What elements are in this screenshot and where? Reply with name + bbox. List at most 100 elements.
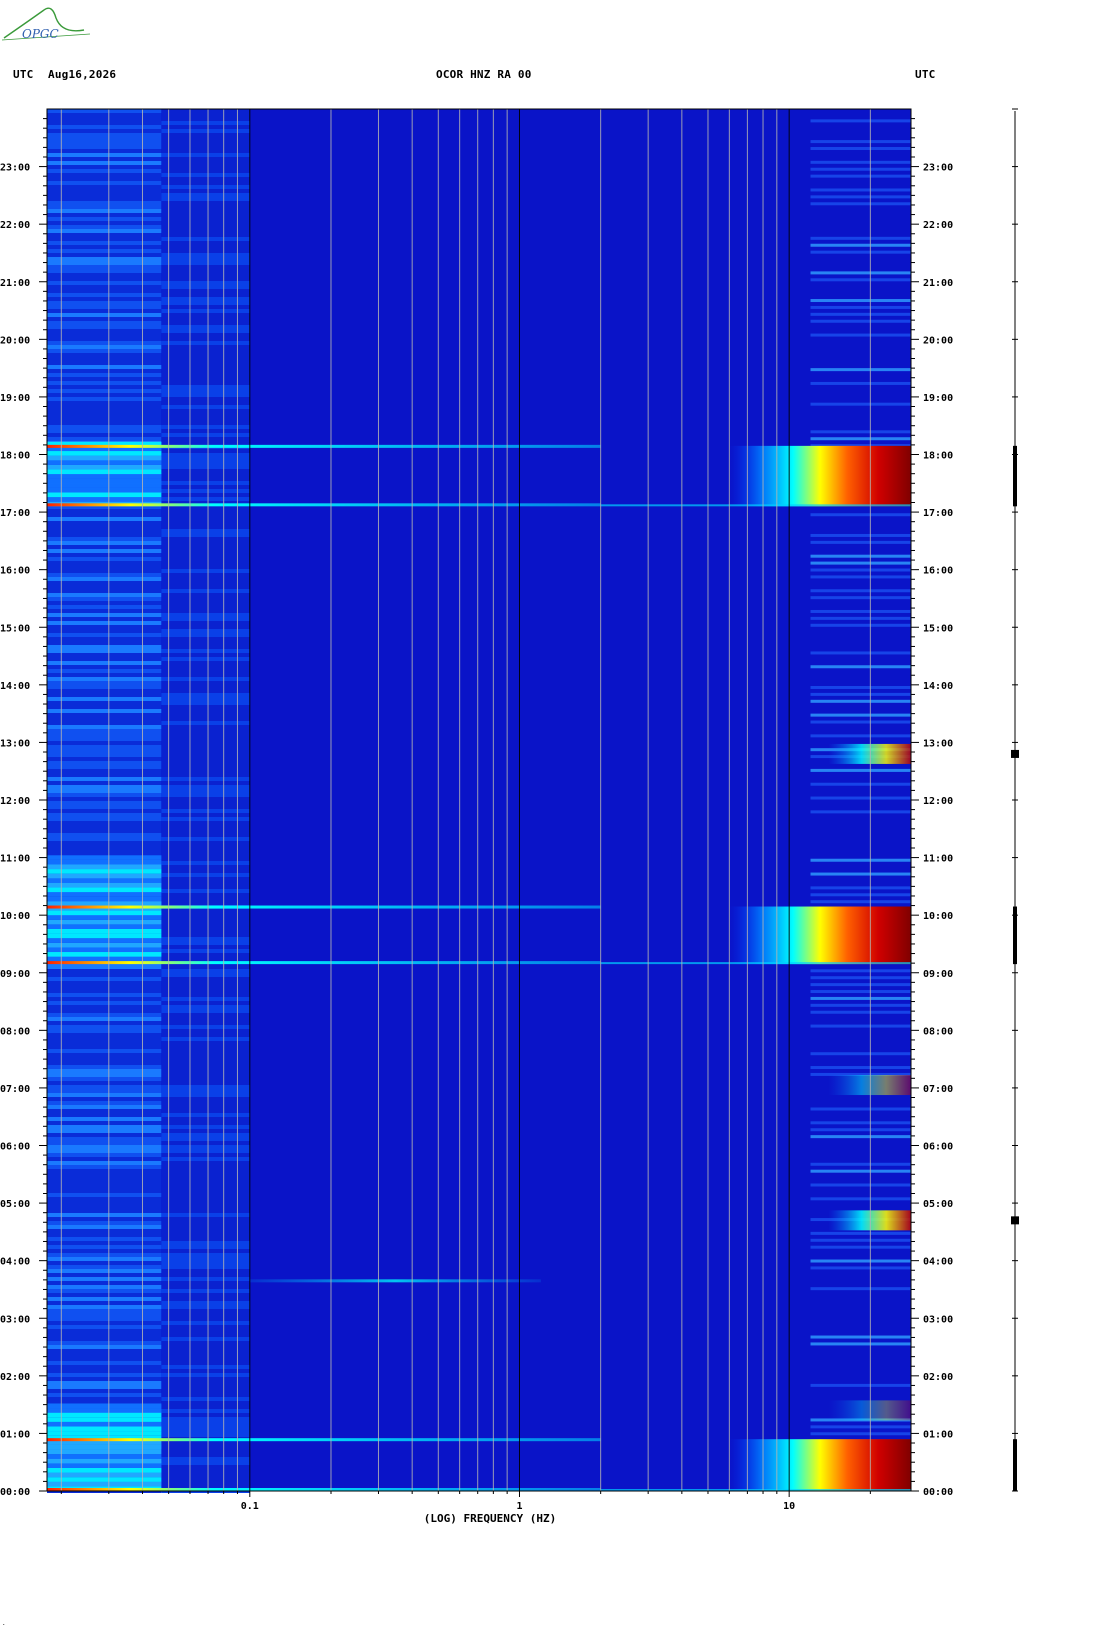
- lowfreq-row: [161, 553, 250, 557]
- lowfreq-row: [47, 1265, 162, 1269]
- hf-noise-row: [810, 333, 911, 337]
- lowfreq-row: [161, 949, 250, 953]
- lowfreq-row: [47, 317, 162, 321]
- lowfreq-row: [161, 1249, 250, 1253]
- lowfreq-row: [161, 649, 250, 653]
- lowfreq-row: [161, 1281, 250, 1285]
- trace-spike: [1011, 1216, 1019, 1225]
- lowfreq-energy-row: [47, 855, 162, 860]
- lowfreq-row: [47, 1161, 162, 1165]
- lowfreq-energy-row: [47, 1408, 162, 1413]
- lowfreq-row: [47, 969, 162, 973]
- lowfreq-row: [47, 177, 162, 181]
- hf-noise-row: [810, 969, 911, 973]
- lowfreq-row: [161, 1017, 250, 1021]
- lowfreq-row: [161, 641, 250, 645]
- lowfreq-row: [47, 1337, 162, 1341]
- lowfreq-row: [161, 1237, 250, 1241]
- lowfreq-row: [47, 541, 162, 545]
- lowfreq-row: [161, 429, 250, 433]
- trace-event: [1013, 906, 1017, 965]
- lowfreq-row: [161, 713, 250, 717]
- lowfreq-row: [47, 1309, 162, 1313]
- lowfreq-row: [161, 933, 250, 937]
- lowfreq-row: [161, 309, 250, 313]
- lowfreq-row: [161, 289, 250, 293]
- lowfreq-row: [161, 1081, 250, 1085]
- lowfreq-row: [47, 1085, 162, 1089]
- lowfreq-row: [161, 1181, 250, 1185]
- lowfreq-row: [161, 1421, 250, 1425]
- lowfreq-row: [161, 381, 250, 385]
- lowfreq-row: [161, 469, 250, 473]
- lowfreq-row: [161, 1217, 250, 1221]
- lowfreq-row: [47, 557, 162, 561]
- hf-noise-row: [810, 174, 911, 178]
- hf-noise-row: [810, 1231, 911, 1235]
- lowfreq-row: [47, 385, 162, 389]
- lowfreq-row: [161, 461, 250, 465]
- lowfreq-row: [161, 1177, 250, 1181]
- lowfreq-row: [47, 573, 162, 577]
- y-tick-label-right: 11:00: [923, 854, 953, 865]
- lowfreq-row: [161, 217, 250, 221]
- lowfreq-row: [161, 1269, 250, 1273]
- lowfreq-row: [47, 413, 162, 417]
- lowfreq-row: [161, 485, 250, 489]
- lowfreq-row: [161, 877, 250, 881]
- lowfreq-row: [161, 249, 250, 253]
- lowfreq-row: [161, 1473, 250, 1477]
- lowfreq-row: [161, 261, 250, 265]
- lowfreq-energy-row: [47, 478, 162, 484]
- lowfreq-row: [47, 1073, 162, 1077]
- lowfreq-row: [161, 1149, 250, 1153]
- lowfreq-row: [47, 229, 162, 233]
- lowfreq-row: [161, 645, 250, 649]
- y-tick-label-left: 13:00: [0, 738, 30, 749]
- lowfreq-row: [47, 601, 162, 605]
- y-tick-label-left: 18:00: [0, 451, 30, 462]
- lowfreq-row: [161, 1345, 250, 1349]
- lowfreq-row: [161, 1273, 250, 1277]
- lowfreq-row: [161, 749, 250, 753]
- lowfreq-row: [161, 1105, 250, 1109]
- lowfreq-energy-row: [47, 887, 162, 893]
- lowfreq-row: [161, 137, 250, 141]
- lowfreq-row: [161, 409, 250, 413]
- lowfreq-row: [47, 149, 162, 153]
- lowfreq-row: [161, 525, 250, 529]
- lowfreq-row: [161, 817, 250, 821]
- lowfreq-row: [47, 773, 162, 777]
- lowfreq-energy-row: [47, 464, 162, 470]
- hf-noise-row: [810, 768, 911, 772]
- lowfreq-row: [47, 1065, 162, 1069]
- hf-noise-row: [810, 533, 911, 537]
- lowfreq-row: [161, 1233, 250, 1237]
- lowfreq-row: [47, 1285, 162, 1289]
- lowfreq-row: [161, 1377, 250, 1381]
- y-tick-label-left: 00:00: [0, 1487, 30, 1498]
- lowfreq-row: [47, 1137, 162, 1141]
- lowfreq-row: [47, 1101, 162, 1105]
- hf-noise-row: [810, 734, 911, 738]
- y-tick-label-right: 04:00: [923, 1257, 953, 1268]
- lowfreq-row: [47, 1269, 162, 1273]
- lowfreq-row: [47, 1305, 162, 1309]
- lowfreq-row: [161, 301, 250, 305]
- lowfreq-row: [47, 589, 162, 593]
- lowfreq-row: [161, 1293, 250, 1297]
- lowfreq-row: [161, 1289, 250, 1293]
- hf-noise-row: [810, 1266, 911, 1270]
- lowfreq-row: [47, 717, 162, 721]
- lowfreq-row: [47, 1325, 162, 1329]
- y-tick-label-left: 08:00: [0, 1026, 30, 1037]
- lowfreq-row: [161, 697, 250, 701]
- lowfreq-row: [161, 185, 250, 189]
- lowfreq-row: [47, 241, 162, 245]
- lowfreq-row: [47, 193, 162, 197]
- lowfreq-row: [47, 529, 162, 533]
- lowfreq-row: [47, 141, 162, 145]
- lowfreq-row: [161, 1141, 250, 1145]
- lowfreq-row: [161, 1357, 250, 1361]
- lowfreq-energy-row: [47, 455, 162, 461]
